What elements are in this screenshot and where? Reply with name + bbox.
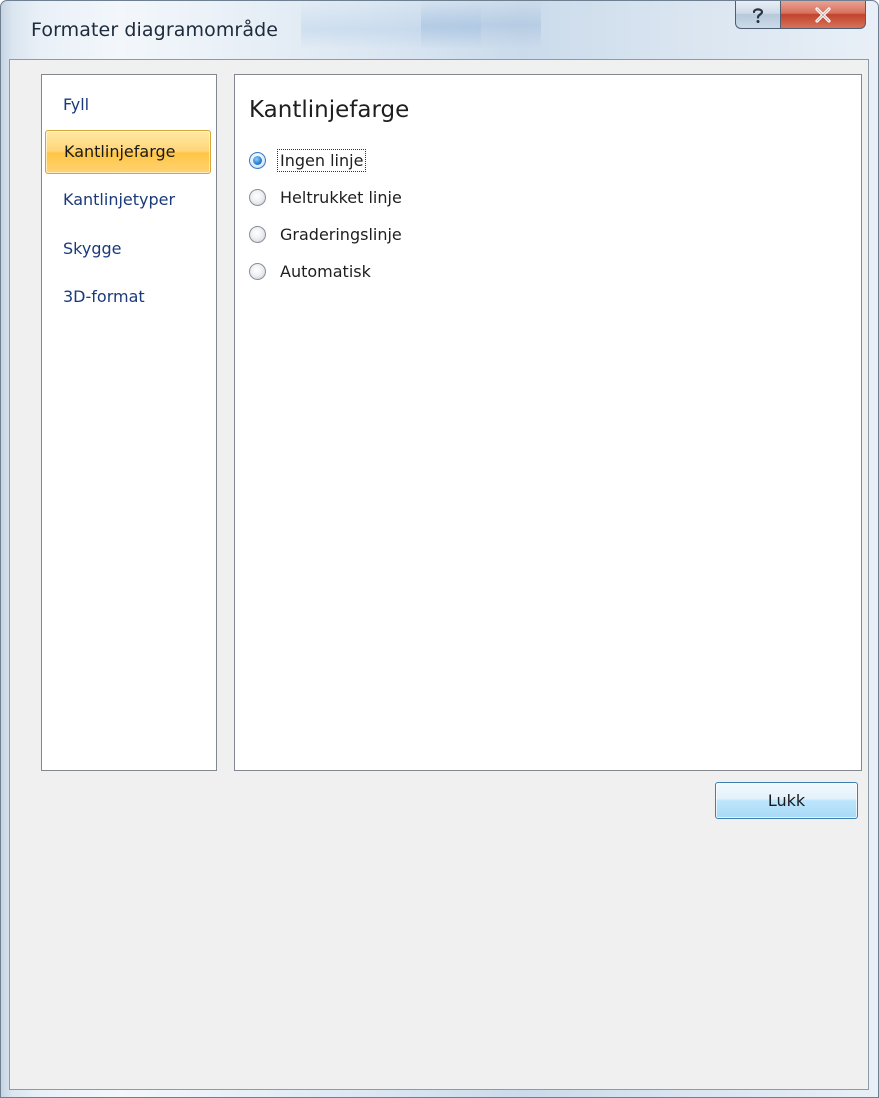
- radio-button[interactable]: [249, 225, 266, 243]
- option-label: Ingen linje: [276, 148, 367, 172]
- nav-item-kantlinjefarge[interactable]: Kantlinjefarge: [45, 130, 211, 174]
- help-button[interactable]: [735, 1, 780, 29]
- window-title: Formater diagramområde: [31, 19, 279, 41]
- option-heltrukket-linje[interactable]: Heltrukket linje: [249, 184, 404, 210]
- close-button[interactable]: Lukk: [715, 782, 858, 819]
- radio-button[interactable]: [249, 188, 266, 206]
- nav-item-fyll[interactable]: Fyll: [45, 83, 211, 127]
- section-heading: Kantlinjefarge: [249, 97, 410, 123]
- category-list: Fyll Kantlinjefarge Kantlinjetyper Skygg…: [41, 74, 217, 771]
- option-graderingslinje[interactable]: Graderingslinje: [249, 221, 404, 247]
- radio-button-checked[interactable]: [249, 151, 266, 169]
- caption-buttons: [735, 1, 866, 31]
- nav-item-3d-format[interactable]: 3D-format: [45, 275, 211, 319]
- title-bar[interactable]: Formater diagramområde: [1, 1, 878, 59]
- dialog-client-area: Fyll Kantlinjefarge Kantlinjetyper Skygg…: [9, 59, 869, 1090]
- option-label: Automatisk: [280, 261, 371, 281]
- help-icon: [752, 7, 764, 23]
- nav-item-skygge[interactable]: Skygge: [45, 227, 211, 271]
- dialog-window: Formater diagramområde Fyll Kantlinjefar…: [0, 0, 879, 1098]
- option-label: Graderingslinje: [280, 224, 402, 244]
- close-window-button[interactable]: [780, 1, 866, 29]
- radio-dot-icon: [253, 155, 262, 165]
- settings-panel: Kantlinjefarge Ingen linje Heltrukket li…: [234, 74, 862, 771]
- option-label: Heltrukket linje: [280, 187, 402, 207]
- nav-item-kantlinjetyper[interactable]: Kantlinjetyper: [45, 178, 211, 222]
- close-icon: [815, 6, 831, 23]
- radio-button[interactable]: [249, 262, 266, 280]
- option-ingen-linje[interactable]: Ingen linje: [249, 147, 367, 173]
- option-automatisk[interactable]: Automatisk: [249, 258, 373, 284]
